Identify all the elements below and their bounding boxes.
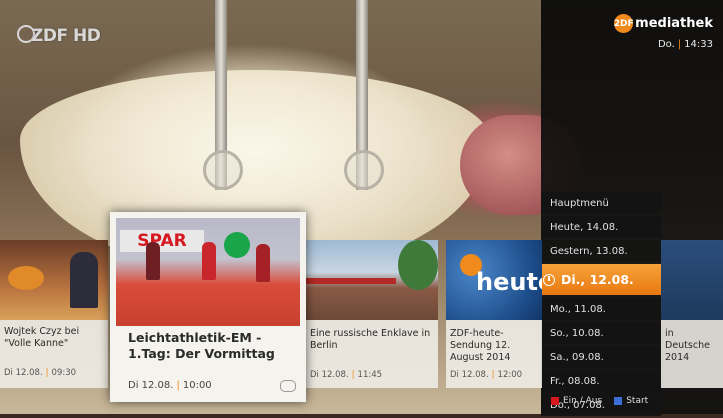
video-title: ZDF-heute-Sendung 12. August 2014 (450, 328, 511, 363)
video-thumbnail: SPAR (116, 218, 300, 326)
thumbnail-text: SPAR (120, 230, 204, 252)
video-title: Eine russische Enklave in Berlin (310, 328, 431, 351)
runner-figure (146, 242, 160, 280)
video-title: Wojtek Czyz bei "Volle Kanne" (4, 326, 80, 349)
video-card[interactable]: Eine russische Enklave in Berlin Di 12.0… (306, 240, 438, 388)
zdf-mini-icon (280, 380, 296, 392)
video-thumbnail (306, 240, 438, 320)
video-card[interactable]: heute ZDF-heute-Sendung 12. August 2014 … (446, 240, 542, 388)
brand-name: mediathek (635, 16, 713, 31)
red-key-label: Ein / Aus (563, 396, 603, 406)
video-title: Leichtathletik-EM - 1.Tag: Der Vormittag (128, 330, 275, 361)
video-strip: Wojtek Czyz bei "Volle Kanne" Di 12.08. |… (0, 240, 723, 390)
video-date: Di 12.08. | 12:00 (450, 370, 523, 380)
channel-logo: ZDF HD (17, 25, 101, 46)
video-card[interactable]: Wojtek Czyz bei "Volle Kanne" Di 12.08. |… (0, 240, 108, 388)
blue-key-icon (614, 397, 623, 405)
video-card[interactable]: in Deutsche 2014 (661, 240, 723, 388)
video-title: in Deutsche 2014 (665, 328, 710, 363)
menu-item-hauptmenu[interactable]: Hauptmenü (541, 192, 661, 214)
clock-time: 14:33 (684, 39, 713, 50)
video-thumbnail: heute (446, 240, 542, 320)
blue-key-label: Start (626, 396, 649, 406)
mediathek-logo: 2DF mediathek (614, 14, 713, 33)
video-thumbnail (661, 240, 723, 320)
runner-figure (202, 242, 216, 280)
runner-figure (256, 244, 270, 282)
video-whisk-cap-right (344, 150, 384, 190)
menu-item-label: Hauptmenü (550, 197, 609, 209)
zdf-logo-icon: 2DF (614, 14, 634, 33)
clock: Do. | 14:33 (657, 39, 713, 50)
video-date: Di 12.08. | 09:30 (4, 368, 77, 378)
video-whisk-cap-left (203, 150, 243, 190)
menu-item-heute[interactable]: Heute, 14.08. (541, 216, 661, 238)
video-card-focused[interactable]: SPAR Leichtathletik-EM - 1.Tag: Der Vorm… (110, 212, 306, 402)
clock-day: Do. (657, 39, 675, 50)
video-date: Di 12.08. | 10:00 (128, 380, 212, 391)
key-legend: Ein / Aus Start (551, 396, 648, 406)
menu-item-label: Heute, 14.08. (550, 221, 619, 233)
video-date: Di 12.08. | 11:45 (310, 370, 383, 380)
red-key-icon (551, 397, 559, 405)
sponsor-logo-icon (224, 232, 250, 258)
thumbnail-text: heute (476, 268, 542, 296)
video-thumbnail (0, 240, 108, 320)
